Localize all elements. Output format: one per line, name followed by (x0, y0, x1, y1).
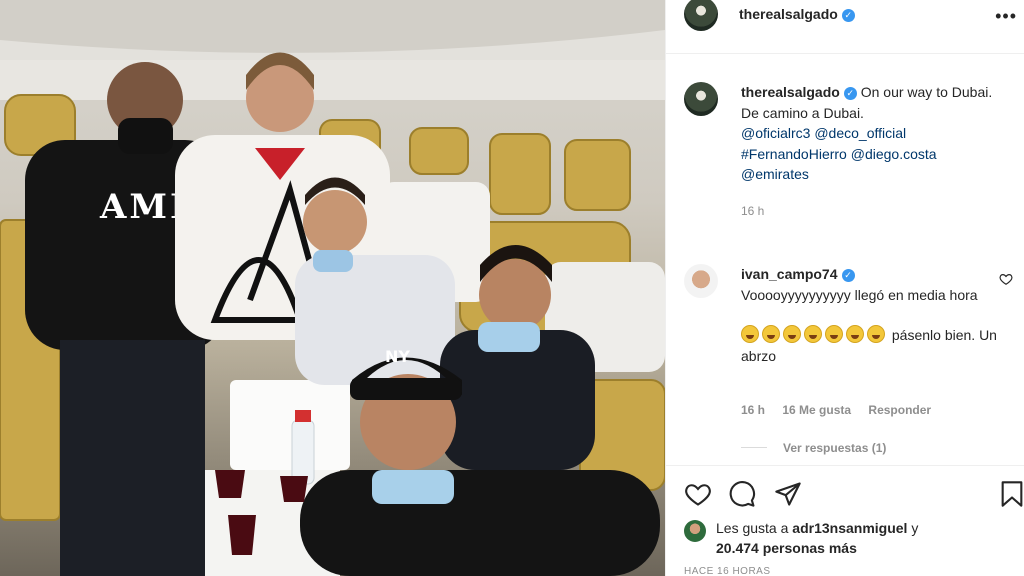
likes-joiner: y (911, 520, 919, 536)
reply-button[interactable]: Responder (868, 403, 931, 417)
post-header: therealsalgado ✓ ••• (666, 0, 1024, 54)
comment-heart-icon[interactable] (999, 272, 1013, 286)
likes-summary: Les gusta a adr13nsanmiguel y 20.474 per… (716, 518, 1016, 558)
mention-link[interactable]: @oficialrc3 (741, 125, 810, 141)
mention-link[interactable]: @deco_official (814, 125, 906, 141)
author-avatar[interactable] (684, 0, 718, 31)
cap-logo: NY (385, 347, 410, 366)
comment-icon[interactable] (728, 480, 756, 508)
replies-divider (741, 447, 767, 448)
more-icon[interactable]: ••• (995, 6, 1017, 27)
post-caption: therealsalgado ✓ On our way to Dubai. De … (741, 82, 1016, 221)
photo-illustration: AMIRI NY (0, 0, 665, 576)
comment-username[interactable]: ivan_campo74 (741, 266, 838, 282)
liker-username[interactable]: adr13nsanmiguel (792, 520, 907, 536)
laughing-emoji-icon (783, 325, 801, 343)
author-username[interactable]: therealsalgado ✓ (739, 6, 855, 22)
mention-link[interactable]: @emirates (741, 166, 809, 182)
verified-icon: ✓ (841, 9, 855, 22)
verified-icon: ✓ (841, 269, 855, 282)
post-photo[interactable]: AMIRI NY (0, 0, 665, 576)
comment-likes[interactable]: 16 Me gusta (782, 403, 851, 417)
caption-line-2: De camino a Dubai. (741, 104, 864, 121)
caption-line-1: On our way to Dubai. (860, 84, 993, 100)
liker-avatar[interactable] (684, 520, 706, 542)
share-icon[interactable] (774, 480, 802, 508)
laughing-emoji-icon (846, 325, 864, 343)
caption-time[interactable]: 16 h (741, 201, 1016, 222)
comment-text-1: Vooooyyyyyyyyyy llegó en media hora (741, 286, 978, 303)
hashtag-link[interactable]: #FernandoHierro (741, 146, 847, 162)
laughing-emoji-icon (762, 325, 780, 343)
laughing-emoji-icon (825, 325, 843, 343)
post-sidebar: therealsalgado ✓ ••• therealsalgado ✓ On o… (665, 0, 1024, 576)
laughing-emoji-icon (804, 325, 822, 343)
likes-prefix: Les gusta a (716, 520, 789, 536)
caption-username[interactable]: therealsalgado (741, 84, 840, 100)
laughing-emoji-row (741, 325, 888, 346)
laughing-emoji-icon (867, 325, 885, 343)
comment-time[interactable]: 16 h (741, 403, 765, 417)
author-username-text[interactable]: therealsalgado (739, 6, 838, 22)
view-replies-label[interactable]: Ver respuestas (1) (783, 441, 886, 455)
bookmark-icon[interactable] (998, 480, 1024, 508)
laughing-emoji-icon (741, 325, 759, 343)
verified-icon: ✓ (843, 87, 857, 100)
heart-icon[interactable] (684, 480, 712, 508)
caption-avatar[interactable] (684, 82, 718, 116)
commenter-avatar[interactable] (684, 264, 718, 298)
likes-count[interactable]: 20.474 personas más (716, 540, 857, 556)
comment-item: ivan_campo74 ✓ Vooooyyyyyyyyyy llegó en m… (741, 264, 1001, 366)
post-actions: Les gusta a adr13nsanmiguel y 20.474 per… (666, 465, 1024, 576)
view-replies-button[interactable]: Ver respuestas (1) (741, 441, 886, 455)
posted-time[interactable]: HACE 16 HORAS (684, 566, 771, 576)
mention-link[interactable]: @diego.costa (851, 146, 937, 162)
comment-meta: 16 h 16 Me gusta Responder (741, 403, 945, 417)
